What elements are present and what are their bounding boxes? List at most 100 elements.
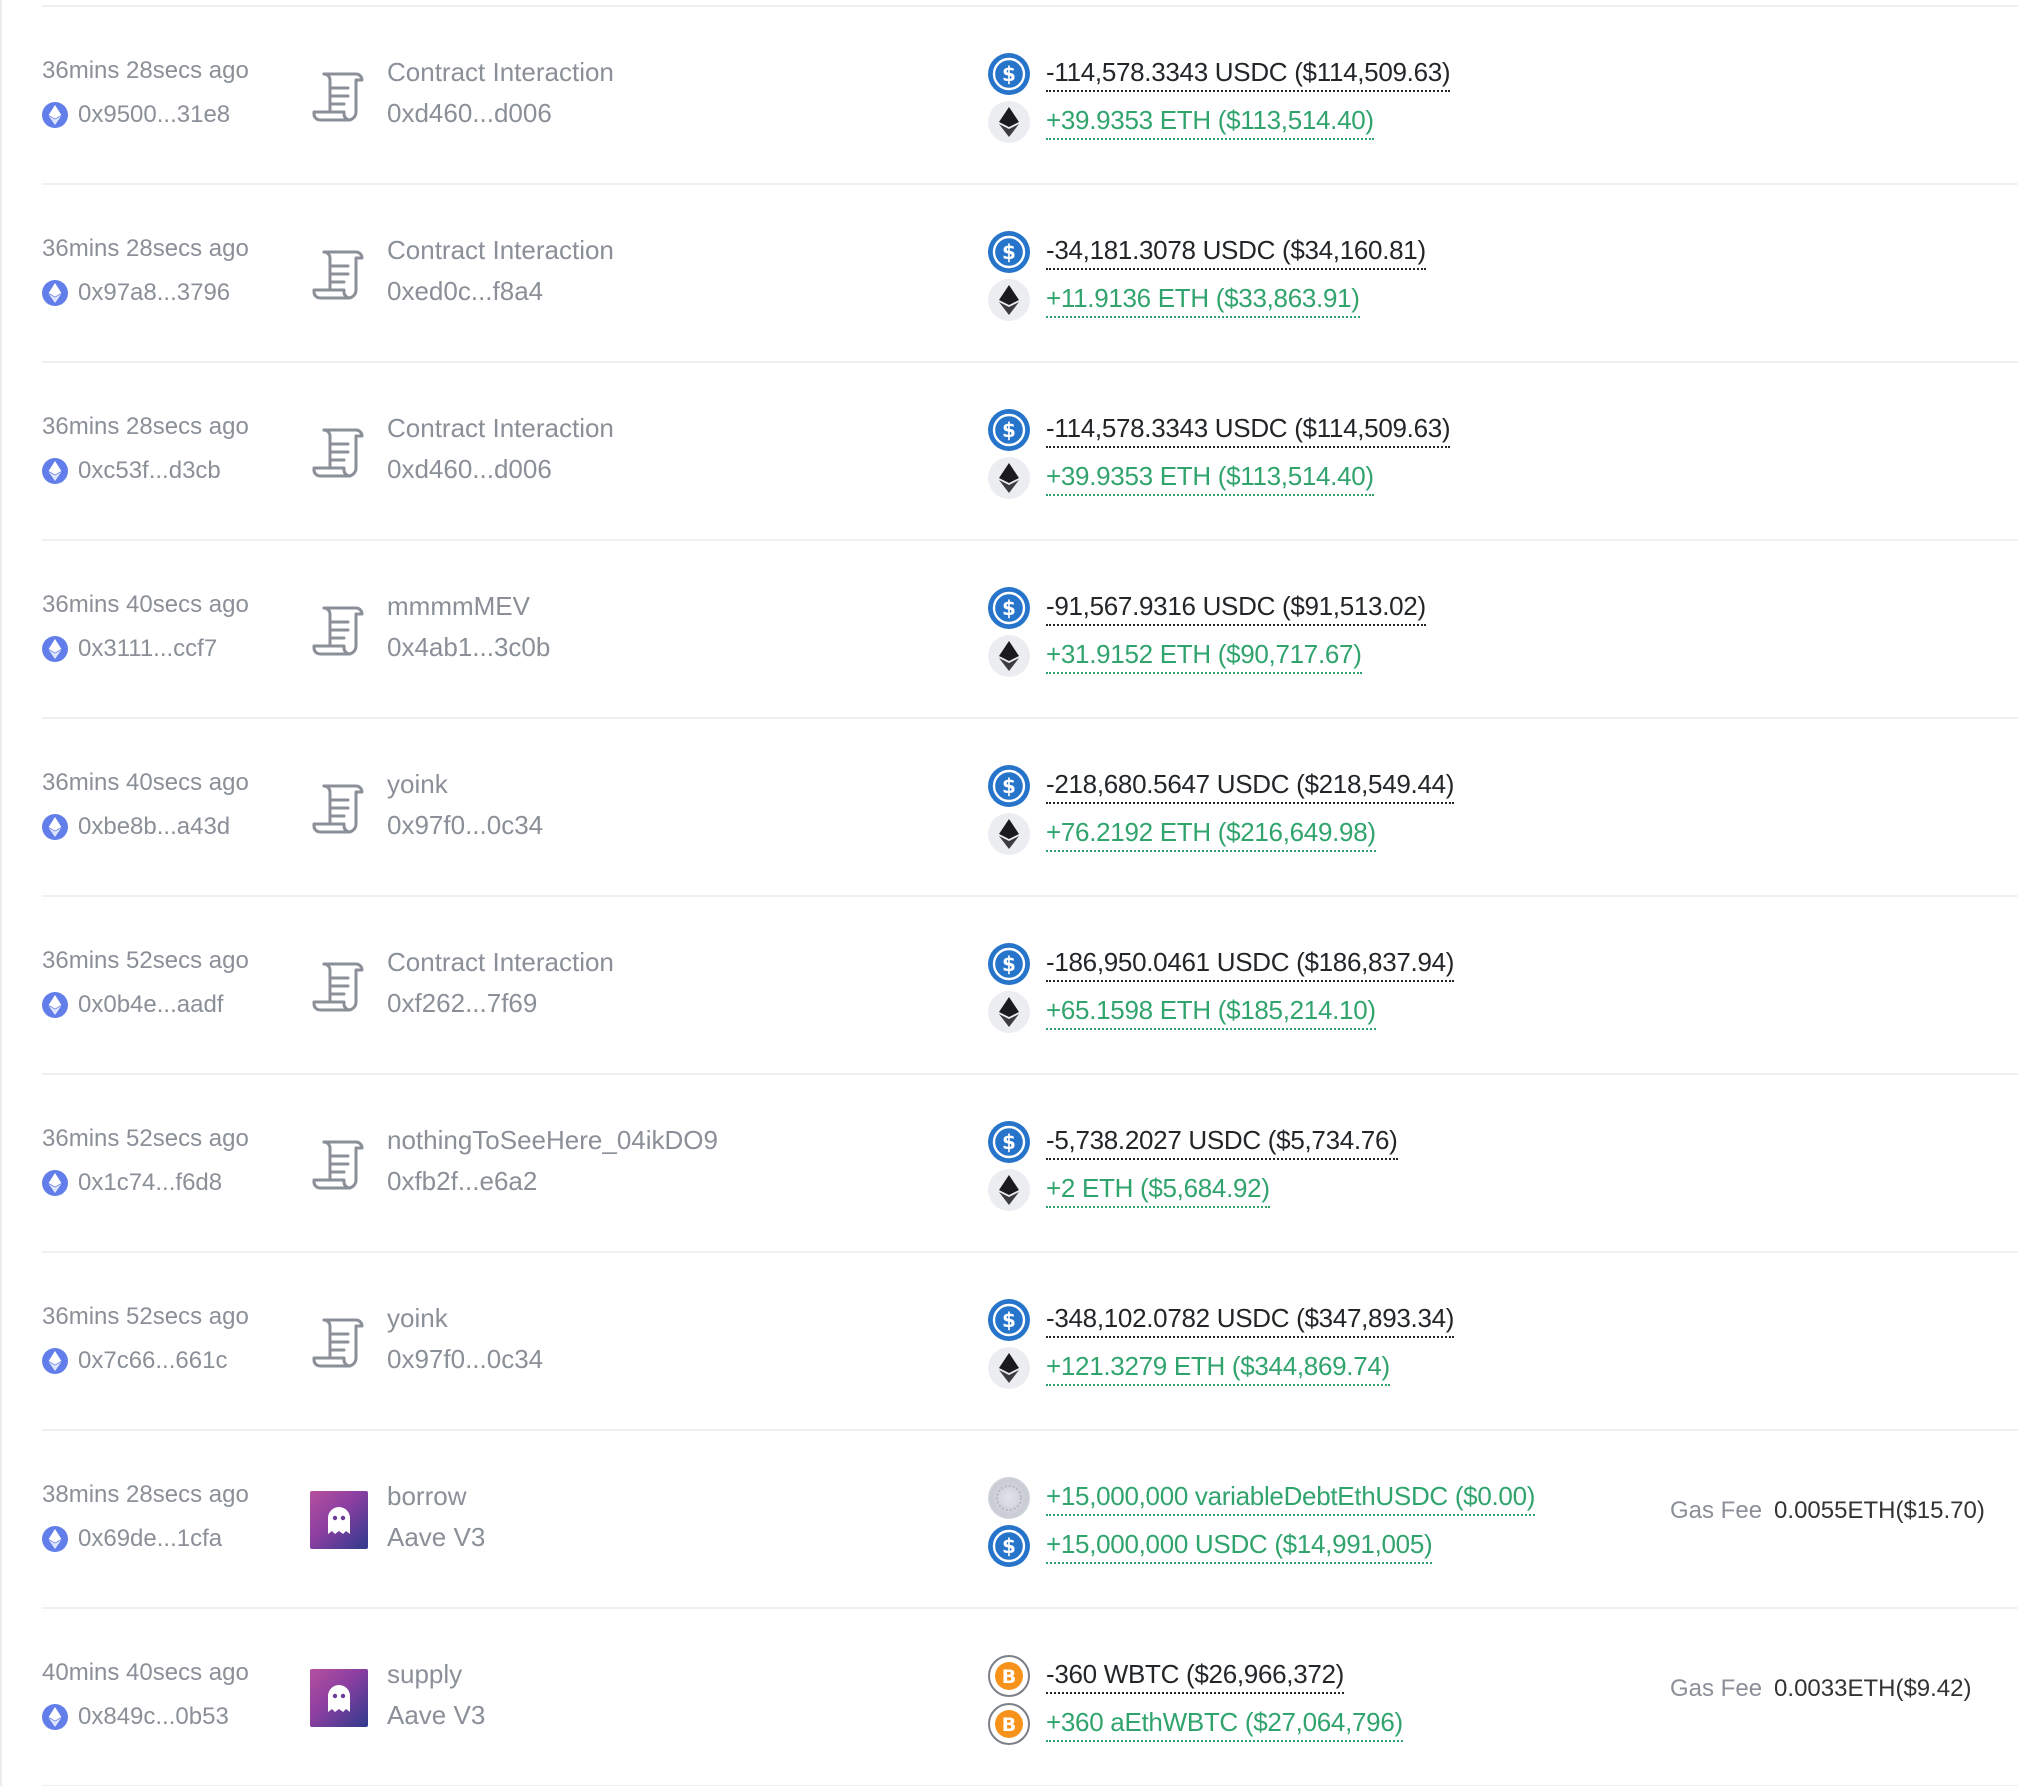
token-amount-link[interactable]: +15,000,000 variableDebtEthUSDC ($0.00) [1046, 1481, 1535, 1516]
gas-fee: Gas Fee 0.0033ETH($9.42) [1670, 1675, 1972, 1703]
gas-fee: Gas Fee 0.0055ETH($15.70) [1670, 1497, 1985, 1525]
token-amount-link[interactable]: +39.9353 ETH ($113,514.40) [1046, 105, 1374, 140]
contract-address-link[interactable]: 0xf262...7f69 [387, 988, 537, 1019]
gas-fee-value: 0.0033ETH($9.42) [1774, 1675, 1972, 1702]
token-amount-link[interactable]: +65.1598 ETH ($185,214.10) [1046, 995, 1376, 1030]
token-amount-link[interactable]: -34,181.3078 USDC ($34,160.81) [1046, 235, 1426, 270]
scroll-contract-icon [310, 957, 368, 1015]
token-change-line: $ -186,950.0461 USDC ($186,837.94) [988, 943, 1454, 985]
usdc-token-icon: $ [988, 53, 1030, 95]
token-amount-link[interactable]: +15,000,000 USDC ($14,991,005) [1046, 1529, 1433, 1564]
token-change-line: $ -218,680.5647 USDC ($218,549.44) [988, 765, 1454, 807]
token-change-line: +15,000,000 variableDebtEthUSDC ($0.00) [988, 1477, 1535, 1519]
contract-address-link[interactable]: 0xd460...d006 [387, 454, 552, 485]
scroll-contract-icon [310, 779, 368, 837]
svg-text:B: B [1002, 1666, 1016, 1688]
contract-address-link[interactable]: 0xfb2f...e6a2 [387, 1166, 537, 1197]
token-amount-link[interactable]: -91,567.9316 USDC ($91,513.02) [1046, 591, 1426, 626]
tx-method: mmmmMEV [387, 591, 530, 621]
token-amount-link[interactable]: -114,578.3343 USDC ($114,509.63) [1046, 413, 1451, 448]
usdc-token-icon: $ [988, 1121, 1030, 1163]
tx-hash-group: 0x1c74...f6d8 [42, 1169, 222, 1197]
btc-token-icon: B [988, 1703, 1030, 1745]
token-amount-link[interactable]: -218,680.5647 USDC ($218,549.44) [1046, 769, 1454, 804]
svg-text:$: $ [1002, 240, 1016, 264]
contract-address-link[interactable]: 0x97f0...0c34 [387, 810, 543, 841]
tx-time: 40mins 40secs ago [42, 1659, 249, 1686]
tx-method: nothingToSeeHere_04ikDO9 [387, 1125, 718, 1155]
tx-hash-link[interactable]: 0x1c74...f6d8 [78, 1169, 222, 1197]
transaction-row: 36mins 52secs ago 0x0b4e...aadf Contract I… [0, 897, 2018, 1075]
transaction-row: 36mins 28secs ago 0x9500...31e8 Contract I… [0, 7, 2018, 185]
token-amount-link[interactable]: -360 WBTC ($26,966,372) [1046, 1659, 1344, 1694]
tx-hash-link[interactable]: 0x7c66...661c [78, 1347, 227, 1375]
tx-time: 36mins 40secs ago [42, 769, 249, 796]
token-amount-link[interactable]: -5,738.2027 USDC ($5,734.76) [1046, 1125, 1398, 1160]
contract-address-link[interactable]: Aave V3 [387, 1522, 485, 1553]
token-amount-link[interactable]: +39.9353 ETH ($113,514.40) [1046, 461, 1374, 496]
eth-token-icon [988, 279, 1030, 321]
usdc-token-icon: $ [988, 231, 1030, 273]
contract-address-link[interactable]: 0xd460...d006 [387, 98, 552, 129]
contract-address-link[interactable]: 0x97f0...0c34 [387, 1344, 543, 1375]
token-amount-link[interactable]: -186,950.0461 USDC ($186,837.94) [1046, 947, 1454, 982]
contract-address-link[interactable]: Aave V3 [387, 1700, 485, 1731]
tx-hash-link[interactable]: 0x97a8...3796 [78, 279, 230, 307]
usdc-token-icon: $ [988, 1525, 1030, 1567]
svg-text:$: $ [1002, 1130, 1016, 1154]
scroll-contract-icon [310, 1313, 368, 1371]
tx-hash-link[interactable]: 0x9500...31e8 [78, 101, 230, 129]
contract-address-link[interactable]: 0xed0c...f8a4 [387, 276, 543, 307]
transaction-list: 36mins 28secs ago 0x9500...31e8 Contract I… [0, 7, 2018, 1786]
token-change-line: +121.3279 ETH ($344,869.74) [988, 1347, 1390, 1389]
eth-token-icon [988, 457, 1030, 499]
ethereum-chain-icon [42, 1170, 68, 1196]
tx-hash-link[interactable]: 0xc53f...d3cb [78, 457, 221, 485]
gas-fee-label: Gas Fee [1670, 1497, 1763, 1524]
tx-method: Contract Interaction [387, 947, 614, 977]
tx-hash-link[interactable]: 0x849c...0b53 [78, 1703, 229, 1731]
contract-address-link[interactable]: 0x4ab1...3c0b [387, 632, 550, 663]
svg-text:$: $ [1002, 1308, 1016, 1332]
tx-time: 36mins 28secs ago [42, 413, 249, 440]
tx-hash-link[interactable]: 0x3111...ccf7 [78, 635, 217, 663]
token-change-line: $ -34,181.3078 USDC ($34,160.81) [988, 231, 1426, 273]
tx-hash-link[interactable]: 0x69de...1cfa [78, 1525, 222, 1553]
svg-text:$: $ [1002, 62, 1016, 86]
transaction-row: 36mins 52secs ago 0x7c66...661c yoink 0x97f… [0, 1253, 2018, 1431]
tx-hash-group: 0x69de...1cfa [42, 1525, 222, 1553]
gas-fee-value: 0.0055ETH($15.70) [1774, 1497, 1985, 1524]
token-change-line: $ +15,000,000 USDC ($14,991,005) [988, 1525, 1433, 1567]
aave-ghost-icon [310, 1491, 368, 1549]
eth-token-icon [988, 1169, 1030, 1211]
tx-time: 36mins 28secs ago [42, 235, 249, 262]
tx-hash-link[interactable]: 0x0b4e...aadf [78, 991, 223, 1019]
tx-time: 36mins 52secs ago [42, 947, 249, 974]
tx-hash-link[interactable]: 0xbe8b...a43d [78, 813, 230, 841]
transaction-row: 36mins 28secs ago 0x97a8...3796 Contract I… [0, 185, 2018, 363]
token-amount-link[interactable]: +2 ETH ($5,684.92) [1046, 1173, 1270, 1208]
transaction-row: 38mins 28secs ago 0x69de...1cfa borrow Aave… [0, 1431, 2018, 1609]
tx-hash-group: 0x97a8...3796 [42, 279, 230, 307]
token-amount-link[interactable]: +121.3279 ETH ($344,869.74) [1046, 1351, 1390, 1386]
ethereum-chain-icon [42, 636, 68, 662]
usdc-token-icon: $ [988, 409, 1030, 451]
token-amount-link[interactable]: -348,102.0782 USDC ($347,893.34) [1046, 1303, 1454, 1338]
transaction-row: 40mins 40secs ago 0x849c...0b53 supply Aave… [0, 1609, 2018, 1786]
token-amount-link[interactable]: -114,578.3343 USDC ($114,509.63) [1046, 57, 1451, 92]
tx-hash-group: 0x3111...ccf7 [42, 635, 217, 663]
ethereum-chain-icon [42, 992, 68, 1018]
token-amount-link[interactable]: +360 aEthWBTC ($27,064,796) [1046, 1707, 1403, 1742]
btc-token-icon: B [988, 1655, 1030, 1697]
tx-method: Contract Interaction [387, 57, 614, 87]
tx-method: Contract Interaction [387, 235, 614, 265]
token-amount-link[interactable]: +76.2192 ETH ($216,649.98) [1046, 817, 1376, 852]
token-amount-link[interactable]: +11.9136 ETH ($33,863.91) [1046, 283, 1360, 318]
token-change-line: $ -348,102.0782 USDC ($347,893.34) [988, 1299, 1454, 1341]
svg-text:$: $ [1002, 418, 1016, 442]
token-amount-link[interactable]: +31.9152 ETH ($90,717.67) [1046, 639, 1362, 674]
eth-token-icon [988, 101, 1030, 143]
usdc-token-icon: $ [988, 765, 1030, 807]
tx-hash-group: 0x7c66...661c [42, 1347, 227, 1375]
transaction-row: 36mins 40secs ago 0x3111...ccf7 mmmmMEV 0x4… [0, 541, 2018, 719]
